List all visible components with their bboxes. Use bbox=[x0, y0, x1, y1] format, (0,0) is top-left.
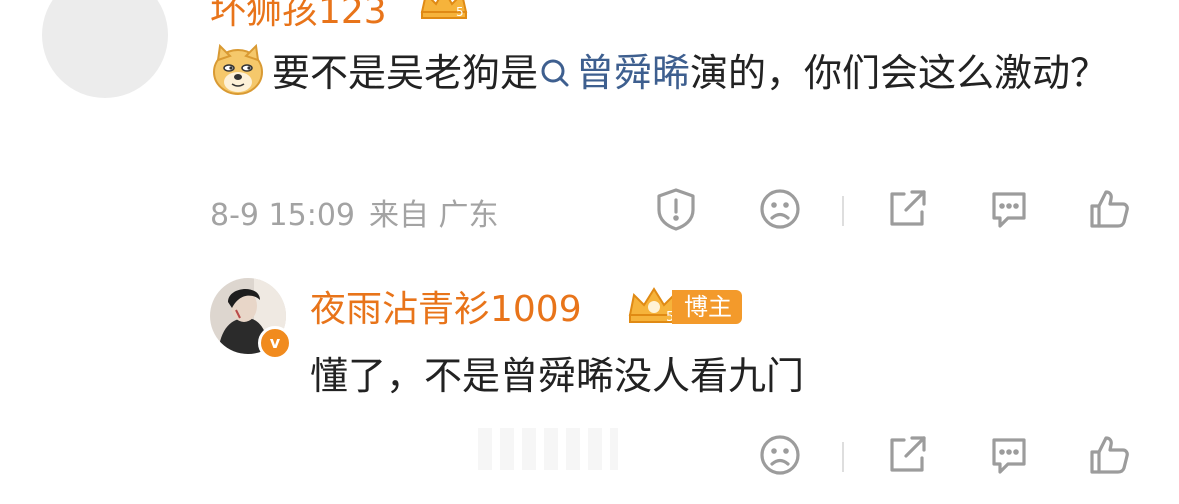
topic-label[interactable]: 曾舜晞 bbox=[576, 51, 690, 95]
comment-username[interactable]: 夜雨沾青衫1009 bbox=[310, 280, 582, 332]
comment-location: 来自 广东 bbox=[369, 198, 499, 233]
comment-icon[interactable] bbox=[986, 186, 1032, 232]
like-icon[interactable] bbox=[1086, 432, 1132, 478]
avatar[interactable] bbox=[42, 0, 168, 98]
comment-username[interactable]: 坏狮孩123 bbox=[210, 0, 387, 34]
share-icon[interactable] bbox=[884, 186, 930, 232]
topic-link[interactable]: 曾舜晞 bbox=[538, 51, 690, 95]
level-number: 5 bbox=[456, 5, 464, 19]
blogger-badge: 博主 bbox=[672, 290, 742, 324]
faded-overlay-text bbox=[478, 428, 618, 470]
comment-date: 8-9 15:09 bbox=[210, 198, 355, 233]
doge-emoji-icon bbox=[213, 43, 263, 95]
comment-text: 要不是吴老狗是 曾舜晞演的，你们会这么激动？ bbox=[210, 42, 1140, 104]
dislike-icon[interactable] bbox=[757, 186, 803, 232]
divider bbox=[842, 196, 844, 226]
level-crown-icon: 5 bbox=[420, 0, 468, 19]
report-icon[interactable] bbox=[653, 186, 699, 232]
verified-badge: v bbox=[258, 326, 292, 360]
comment-icon[interactable] bbox=[986, 432, 1032, 478]
comment-text: 懂了，不是曾舜晞没人看九门 bbox=[310, 354, 805, 398]
comment-meta: 8-9 15:09 来自 广东 bbox=[210, 190, 513, 234]
dislike-icon[interactable] bbox=[757, 432, 803, 478]
share-icon[interactable] bbox=[884, 432, 930, 478]
comment-text-part: 演的，你们会这么激动？ bbox=[690, 51, 1109, 95]
comment-text-part: 要不是吴老狗是 bbox=[272, 51, 539, 95]
divider bbox=[842, 442, 844, 472]
search-icon bbox=[541, 59, 569, 87]
like-icon[interactable] bbox=[1086, 186, 1132, 232]
